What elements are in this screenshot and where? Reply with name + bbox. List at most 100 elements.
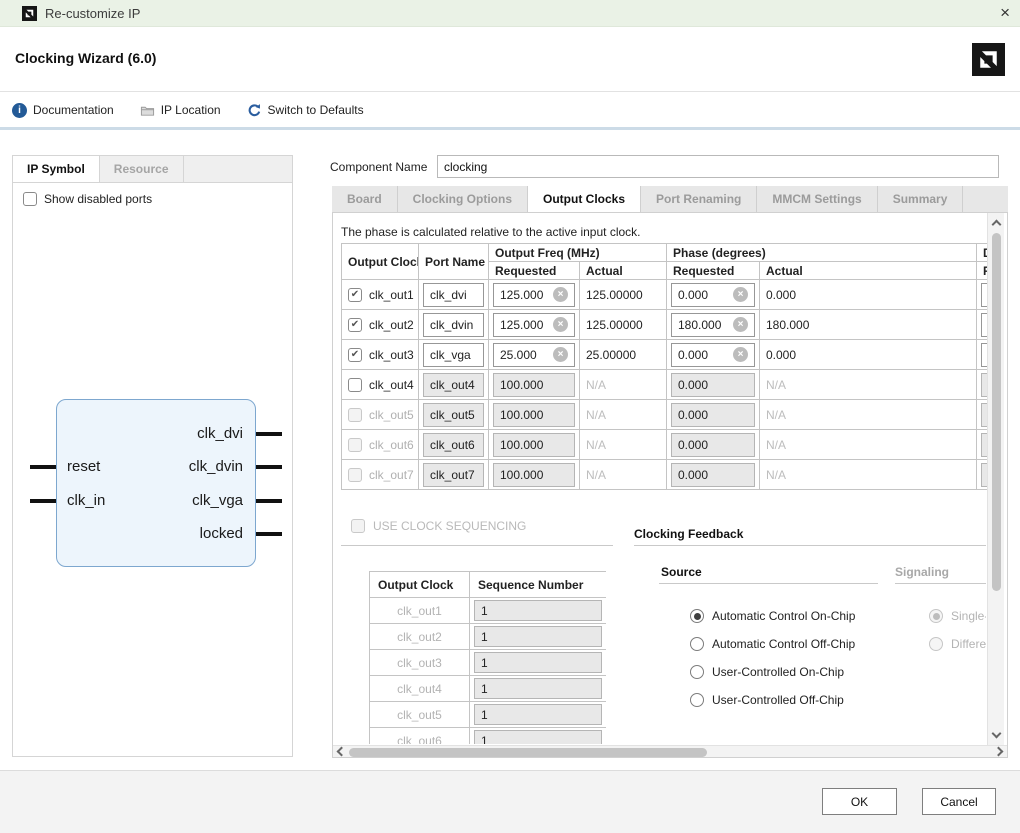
- radio-user-controlled-on-chip[interactable]: User-Controlled On-Chip: [690, 665, 844, 679]
- ip-location-button[interactable]: IP Location: [140, 103, 221, 118]
- freq-requested-value: 125.000: [500, 318, 543, 332]
- sequence-row-clk_out6: clk_out61: [370, 728, 607, 745]
- user-controlled-off-chip-radio[interactable]: [690, 693, 704, 707]
- port-name-value: clk_out4: [430, 378, 475, 392]
- freq-requested-value: 100.000: [500, 378, 543, 392]
- component-name-input[interactable]: [437, 155, 999, 178]
- show-disabled-ports-option[interactable]: Show disabled ports: [23, 192, 152, 206]
- cell-phase-actual: 0.000: [760, 340, 977, 370]
- clk_out1-checkbox[interactable]: ✔: [348, 288, 362, 302]
- radio-automatic-control-on-chip[interactable]: Automatic Control On-Chip: [690, 609, 855, 623]
- tab-mmcm-settings[interactable]: MMCM Settings: [757, 186, 877, 213]
- clk_out2-freq-field[interactable]: 125.000 ×: [493, 313, 575, 337]
- radio-automatic-control-off-chip[interactable]: Automatic Control Off-Chip: [690, 637, 855, 651]
- clk_out1-sequence-field: 1: [474, 600, 602, 621]
- tab-clocking-options[interactable]: Clocking Options: [398, 186, 528, 213]
- phase-note: The phase is calculated relative to the …: [341, 225, 641, 239]
- horizontal-scroll-thumb[interactable]: [349, 748, 707, 757]
- tab-summary[interactable]: Summary: [878, 186, 964, 213]
- tab-board[interactable]: Board: [332, 186, 398, 213]
- switch-to-defaults-button[interactable]: Switch to Defaults: [247, 103, 364, 118]
- automatic-control-on-chip-radio[interactable]: [690, 609, 704, 623]
- freq-requested-value: 25.000: [500, 348, 537, 362]
- scroll-up-icon[interactable]: [992, 220, 1002, 230]
- clk_out2-port-field[interactable]: clk_dvin: [423, 313, 484, 337]
- cell-output-clock: clk_out6: [342, 430, 419, 460]
- ip-location-label: IP Location: [161, 103, 221, 117]
- clk_out1-phase-field[interactable]: 0.000×: [671, 283, 755, 307]
- ok-button[interactable]: OK: [822, 788, 897, 815]
- clock-row-clk_out2: ✔clk_out2clk_dvin125.000×125.00000180.00…: [342, 310, 990, 340]
- clk_out3-checkbox[interactable]: ✔: [348, 348, 362, 362]
- clk_out1-freq-field[interactable]: 125.000×: [493, 283, 575, 307]
- cell-phase-requested: 0.000: [667, 460, 760, 490]
- radio-dot: [694, 613, 701, 620]
- switch-to-defaults-label: Switch to Defaults: [268, 103, 364, 117]
- clear-icon[interactable]: ×: [733, 287, 748, 302]
- cell-freq-requested: 100.000: [489, 460, 580, 490]
- tab-output-clocks[interactable]: Output Clocks: [528, 186, 641, 214]
- cell-freq-requested: 100.000: [489, 430, 580, 460]
- clk_in-port-label: clk_in: [67, 492, 105, 509]
- reset-port-label: reset: [67, 458, 100, 475]
- cell-phase-actual: N/A: [760, 400, 977, 430]
- clk_out4-phase-field: 0.000: [671, 373, 755, 397]
- scroll-down-icon[interactable]: [992, 729, 1002, 739]
- clk_out2-checkbox[interactable]: ✔: [348, 318, 362, 332]
- vertical-scroll-thumb[interactable]: [992, 233, 1001, 591]
- clear-icon[interactable]: ×: [553, 287, 568, 302]
- port-name-value: clk_vga: [430, 348, 471, 362]
- tab-ip-symbol[interactable]: IP Symbol: [13, 156, 100, 182]
- scroll-left-icon[interactable]: [337, 747, 347, 757]
- clock-row-clk_out6: clk_out6clk_out6100.000N/A0.000N/A50.000: [342, 430, 990, 460]
- radio-user-controlled-off-chip[interactable]: User-Controlled Off-Chip: [690, 693, 844, 707]
- cell-output-clock: clk_out7: [342, 460, 419, 490]
- cell-output-clock: ✔clk_out3: [342, 340, 419, 370]
- sequence-clock-name: clk_out3: [370, 650, 470, 676]
- vertical-scrollbar[interactable]: [987, 213, 1004, 745]
- output-clock-option: ✔clk_out1: [342, 288, 418, 302]
- automatic-control-off-chip-radio[interactable]: [690, 637, 704, 651]
- documentation-button[interactable]: i Documentation: [12, 103, 114, 118]
- clear-icon[interactable]: ×: [553, 347, 568, 362]
- cell-phase-actual: N/A: [760, 460, 977, 490]
- clk_out4-checkbox[interactable]: [348, 378, 362, 392]
- clk_out3-freq-field[interactable]: 25.000 ×: [493, 343, 575, 367]
- clk_out6-port-field: clk_out6: [423, 433, 484, 457]
- sequence-number-value: 1: [481, 682, 488, 696]
- config-tabbar: BoardClocking OptionsOutput ClocksPort R…: [332, 186, 1008, 213]
- clock-row-clk_out4: clk_out4clk_out4100.000N/A0.000N/A50.000: [342, 370, 990, 400]
- dialog-titlebar: Re-customize IP ×: [0, 0, 1020, 27]
- tab-resource[interactable]: Resource: [100, 156, 184, 182]
- user-controlled-on-chip-radio[interactable]: [690, 665, 704, 679]
- clear-icon[interactable]: ×: [733, 347, 748, 362]
- port-name-value: clk_dvin: [430, 318, 473, 332]
- dialog-footer: OK Cancel: [0, 770, 1020, 833]
- freq-requested-value: 100.000: [500, 438, 543, 452]
- clk_out6-freq-field: 100.000: [493, 433, 575, 457]
- close-icon[interactable]: ×: [1000, 2, 1010, 24]
- clk_out3-phase-field[interactable]: 0.000×: [671, 343, 755, 367]
- cancel-button[interactable]: Cancel: [922, 788, 996, 815]
- scroll-right-icon[interactable]: [994, 747, 1004, 757]
- clk_out3-port-field[interactable]: clk_vga: [423, 343, 484, 367]
- horizontal-scrollbar[interactable]: [333, 745, 1007, 758]
- phase-actual-value: N/A: [760, 378, 786, 392]
- show-disabled-ports-checkbox[interactable]: [23, 192, 37, 206]
- clk_out1-port-field[interactable]: clk_dvi: [423, 283, 484, 307]
- tab-port-renaming[interactable]: Port Renaming: [641, 186, 757, 213]
- col-phase: Phase (degrees): [667, 244, 977, 262]
- port-name-value: clk_out5: [430, 408, 475, 422]
- clear-icon[interactable]: ×: [733, 317, 748, 332]
- phase-actual-value: N/A: [760, 468, 786, 482]
- freq-requested-value: 100.000: [500, 468, 543, 482]
- use-clock-sequencing-option: USE CLOCK SEQUENCING: [351, 519, 526, 533]
- clk_out5-sequence-field: 1: [474, 704, 602, 725]
- use-clock-sequencing-checkbox: [351, 519, 365, 533]
- clear-icon[interactable]: ×: [553, 317, 568, 332]
- cell-phase-actual: N/A: [760, 370, 977, 400]
- clk_out2-phase-field[interactable]: 180.000×: [671, 313, 755, 337]
- clk_out6-label: clk_out6: [369, 438, 414, 452]
- cell-port-name: clk_dvin: [419, 310, 489, 340]
- clock-row-clk_out5: clk_out5clk_out5100.000N/A0.000N/A50.000: [342, 400, 990, 430]
